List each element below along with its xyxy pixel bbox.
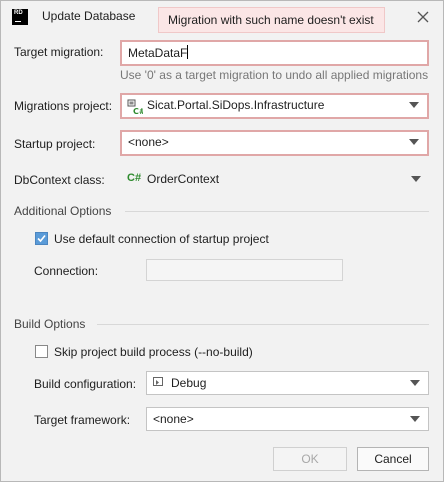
build-configuration-label: Build configuration: — [34, 377, 137, 391]
cancel-button[interactable]: Cancel — [357, 447, 429, 471]
svg-text:C#: C# — [133, 107, 143, 115]
migrations-project-select[interactable]: C# Sicat.Portal.SiDops.Infrastructure — [120, 93, 429, 119]
startup-project-value: <none> — [128, 135, 169, 149]
chevron-down-icon — [409, 139, 419, 145]
target-migration-input[interactable]: MetaDataF — [120, 40, 429, 66]
chevron-down-icon — [411, 176, 421, 182]
skip-build-label[interactable]: Skip project build process (--no-build) — [54, 345, 253, 359]
csharp-project-icon: C# — [127, 99, 146, 116]
migrations-project-value: Sicat.Portal.SiDops.Infrastructure — [147, 98, 325, 112]
skip-build-checkbox[interactable] — [35, 345, 48, 358]
dbcontext-label: DbContext class: — [14, 173, 105, 187]
connection-input — [146, 259, 343, 281]
dbcontext-value: OrderContext — [147, 172, 220, 186]
close-icon[interactable] — [415, 9, 431, 25]
chevron-down-icon — [410, 380, 420, 386]
target-framework-value: <none> — [153, 412, 194, 426]
chevron-down-icon — [410, 416, 420, 422]
build-configuration-select[interactable]: Debug — [146, 371, 429, 395]
target-migration-value: MetaDataF — [128, 45, 189, 60]
dbcontext-select[interactable]: C# OrderContext — [120, 167, 429, 191]
use-default-connection-label[interactable]: Use default connection of startup projec… — [54, 232, 269, 246]
target-migration-hint: Use '0' as a target migration to undo al… — [120, 68, 429, 82]
title-bar: RD Update Database Migration with such n… — [1, 1, 443, 33]
update-database-dialog: RD Update Database Migration with such n… — [0, 0, 444, 482]
connection-label: Connection: — [34, 264, 99, 278]
section-divider — [125, 211, 429, 212]
startup-project-select[interactable]: <none> — [120, 130, 429, 156]
dialog-title: Update Database — [42, 9, 136, 23]
error-tooltip: Migration with such name doesn't exist — [158, 7, 385, 33]
configuration-icon — [153, 377, 167, 389]
migrations-project-label: Migrations project: — [14, 99, 113, 113]
additional-options-header: Additional Options — [14, 204, 112, 218]
build-options-header: Build Options — [14, 317, 86, 331]
rider-app-icon: RD — [12, 9, 28, 25]
target-framework-select[interactable]: <none> — [146, 407, 429, 431]
ok-button[interactable]: OK — [273, 447, 347, 471]
chevron-down-icon — [409, 102, 419, 108]
use-default-connection-checkbox[interactable] — [35, 232, 48, 245]
checkmark-icon — [37, 234, 46, 243]
section-divider — [97, 324, 429, 325]
text-cursor — [187, 45, 189, 59]
target-migration-text: MetaDataF — [128, 46, 188, 60]
csharp-icon: C# — [127, 172, 142, 184]
target-framework-label: Target framework: — [34, 413, 131, 427]
app-icon-text: RD — [14, 10, 23, 16]
build-configuration-value: Debug — [171, 376, 207, 390]
startup-project-label: Startup project: — [14, 137, 96, 151]
target-migration-label: Target migration: — [14, 45, 104, 59]
